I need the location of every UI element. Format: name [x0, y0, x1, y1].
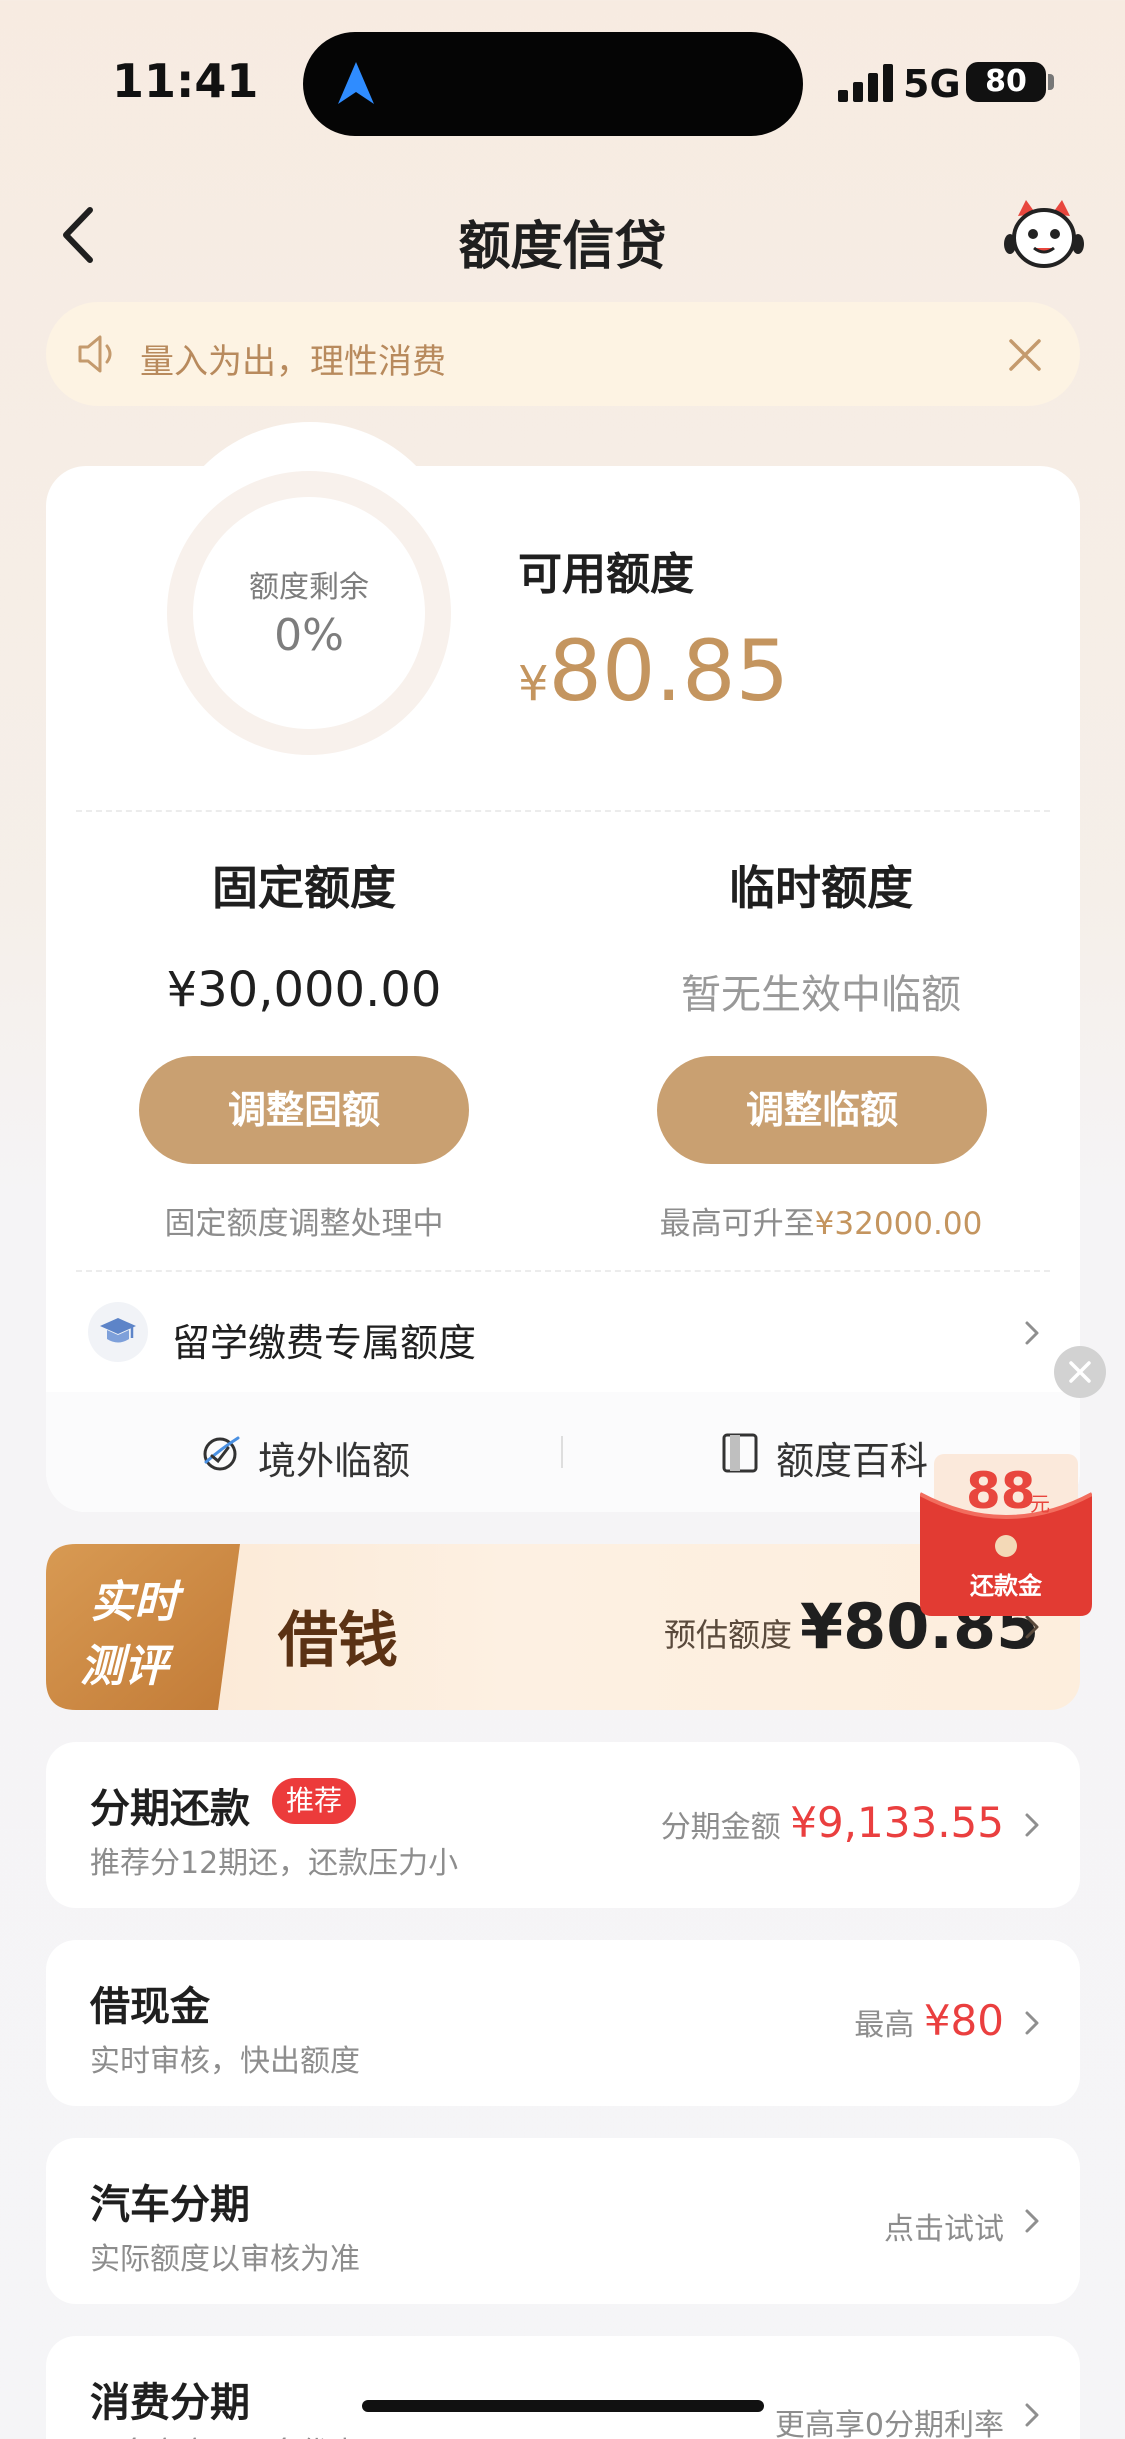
notice-text: 量入为出，理性消费 — [140, 342, 446, 382]
fixed-quota-amount: ¥30,000.00 — [166, 962, 442, 1018]
list-item-subtitle: 实时审核，快出额度 — [90, 2044, 360, 2079]
available-amount: ¥80.85 — [518, 622, 789, 720]
list-item-title: 汽车分期 — [90, 2182, 250, 2228]
overseas-quota-link[interactable]: 境外临额 — [258, 1430, 410, 1485]
battery-tip — [1048, 74, 1054, 90]
max-prefix: 最高可升至 — [659, 1206, 815, 1242]
list-item-right: 最高 ¥80 — [560, 1996, 1004, 2045]
home-indicator — [362, 2400, 764, 2412]
red-packet-unit: 元 — [1030, 1492, 1050, 1516]
chevron-right-icon — [1025, 1813, 1039, 1837]
battery-indicator: 80 — [966, 62, 1046, 102]
temporary-quota-title: 临时额度 — [729, 861, 913, 915]
page-title: 额度信贷 — [458, 217, 667, 277]
graduation-cap-icon — [100, 1318, 136, 1343]
right-label: 点击试试 — [884, 2212, 1004, 2247]
close-icon[interactable] — [1006, 336, 1044, 374]
book-icon — [722, 1433, 758, 1473]
right-label: 分期金额 — [660, 1810, 781, 1845]
list-item-right: 分期金额 ¥9,133.55 — [560, 1798, 1004, 1847]
mascot-icon[interactable] — [1004, 198, 1084, 272]
loan-title: 借钱 — [278, 1606, 398, 1676]
navigation-arrow-icon — [338, 62, 374, 104]
chevron-right-icon — [1025, 2209, 1039, 2233]
chevron-right-icon — [1025, 2011, 1039, 2035]
signal-icon — [838, 64, 893, 102]
right-label: 最高 — [854, 2008, 915, 2043]
fixed-quota-status: 固定额度调整处理中 — [164, 1206, 444, 1242]
adjust-temporary-button[interactable]: 调整临额 — [657, 1056, 987, 1164]
recommend-badge: 推荐 — [272, 1778, 357, 1824]
list-item-subtitle: 更多商户，更多优惠 — [90, 2428, 360, 2439]
speaker-icon — [78, 335, 112, 373]
quota-encyclopedia-link[interactable]: 额度百科 — [776, 1430, 928, 1485]
available-amount-value: 80.85 — [548, 622, 790, 720]
right-label: 更高享0分期利率 — [774, 2408, 1004, 2439]
list-item-right: 点击试试 — [560, 2204, 1004, 2248]
ring-value: 0% — [274, 610, 344, 661]
divider — [76, 810, 1050, 812]
tag-line-1: 实时 — [90, 1577, 178, 1628]
chevron-right-icon — [1025, 1615, 1039, 1639]
currency-symbol: ¥ — [518, 656, 549, 712]
list-item-title: 消费分期 — [90, 2380, 250, 2426]
list-item-title: 分期还款 — [90, 1786, 250, 1832]
separator — [561, 1436, 563, 1468]
right-value: ¥80 — [923, 1996, 1004, 2045]
study-abroad-label: 留学缴费专属额度 — [172, 1321, 477, 1365]
chevron-right-icon — [1025, 2403, 1039, 2427]
list-item-subtitle: 推荐分12期还，还款压力小 — [90, 1846, 459, 1881]
temporary-quota-max: 最高可升至¥32000.00 — [571, 1198, 1071, 1243]
chevron-right-icon — [1025, 1321, 1039, 1345]
estimate-label: 预估额度 — [664, 1616, 793, 1654]
overseas-icon — [203, 1436, 240, 1471]
ring-label: 额度剩余 — [249, 570, 369, 605]
divider — [76, 1270, 1050, 1272]
adjust-fixed-button[interactable]: 调整固额 — [139, 1056, 469, 1164]
status-time: 11:41 — [112, 54, 259, 108]
fixed-quota-title: 固定额度 — [212, 861, 396, 915]
list-item-subtitle: 实际额度以审核为准 — [90, 2242, 360, 2277]
dynamic-island — [303, 32, 803, 136]
temporary-quota-note: 暂无生效中临额 — [681, 972, 961, 1018]
available-label: 可用额度 — [518, 549, 694, 600]
red-packet-amount: 88 — [966, 1462, 1036, 1520]
right-value: ¥9,133.55 — [790, 1798, 1004, 1847]
network-type: 5G — [903, 62, 961, 106]
close-icon — [1069, 1361, 1091, 1383]
max-amount: ¥32000.00 — [814, 1206, 983, 1242]
red-packet-label: 还款金 — [970, 1572, 1042, 1600]
tag-line-2: 测评 — [80, 1641, 168, 1692]
float-close-button[interactable] — [1054, 1346, 1106, 1398]
list-item-title: 借现金 — [90, 1984, 210, 2030]
